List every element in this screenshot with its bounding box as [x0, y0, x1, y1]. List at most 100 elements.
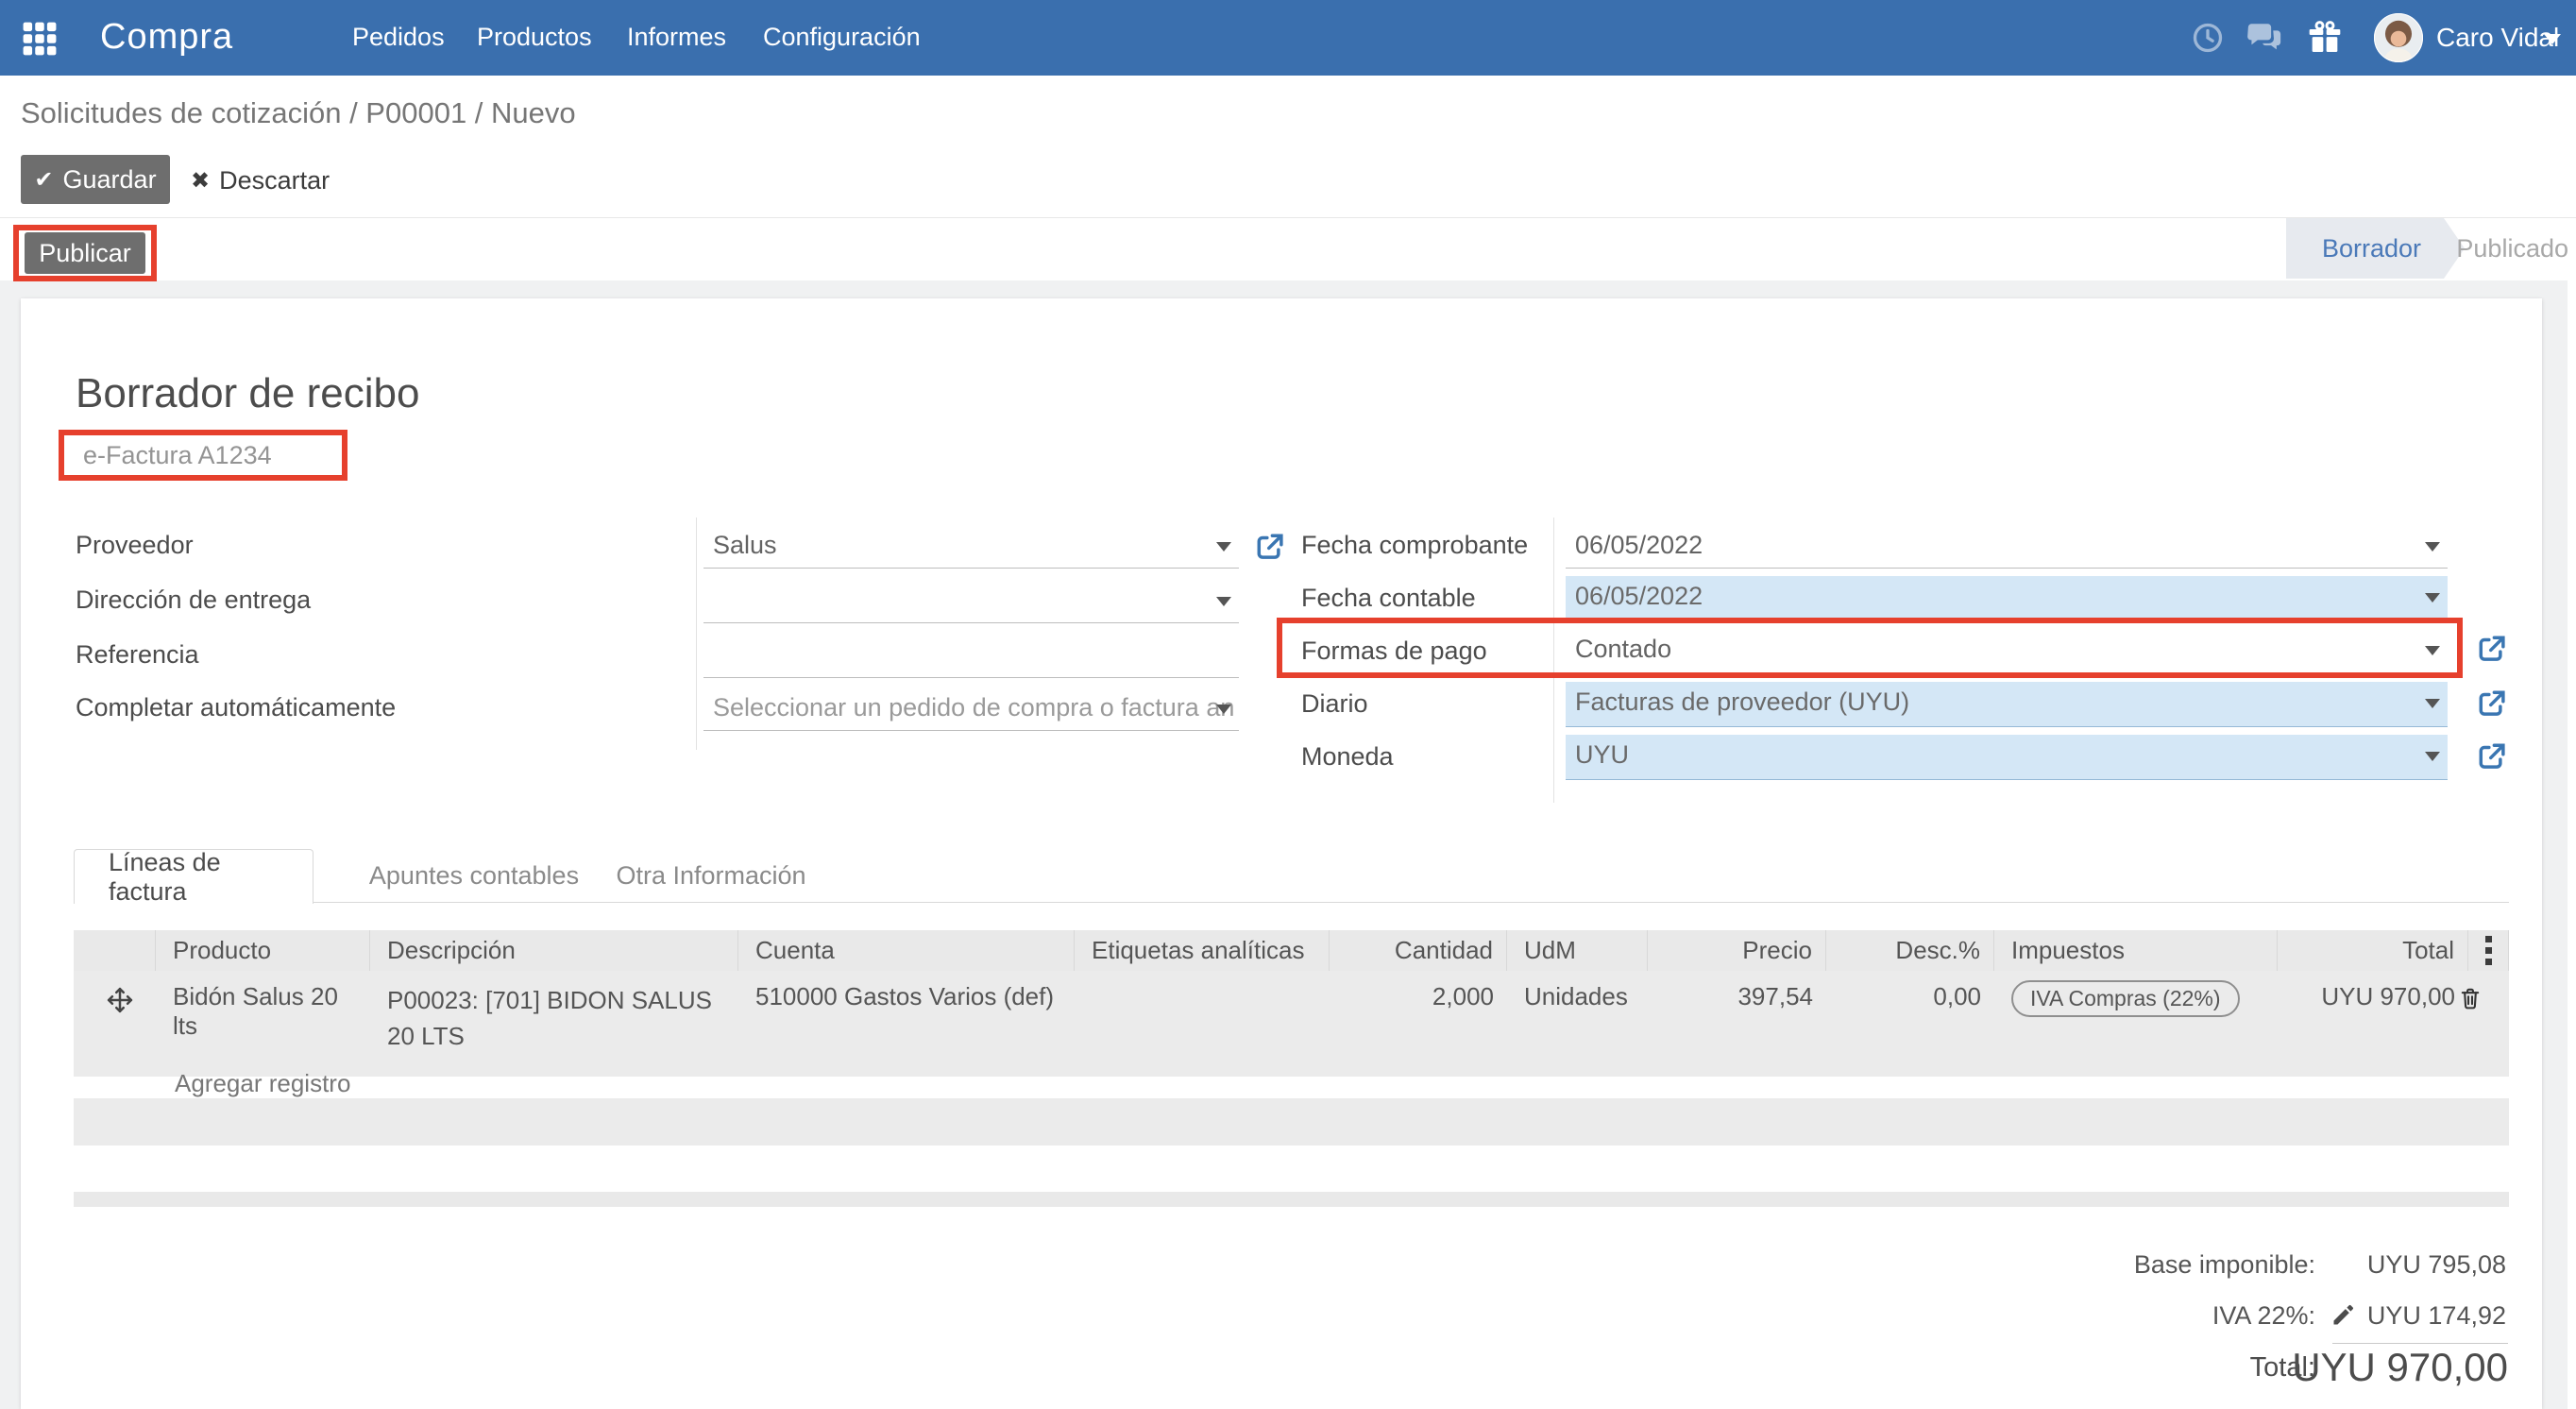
- check-icon: ✔: [34, 166, 53, 194]
- save-button-label: Guardar: [63, 165, 157, 195]
- field-referencia[interactable]: [703, 635, 1239, 678]
- menu-productos[interactable]: Productos: [477, 23, 592, 52]
- dropdown-caret-icon[interactable]: [1216, 542, 1231, 552]
- header-etiquetas[interactable]: Etiquetas analíticas: [1075, 930, 1330, 971]
- dropdown-caret-icon[interactable]: [2425, 542, 2440, 552]
- field-proveedor[interactable]: Salus: [703, 525, 1239, 569]
- statusbar: [0, 217, 2576, 281]
- cell-desc[interactable]: 0,00: [1826, 971, 1994, 1077]
- label-moneda: Moneda: [1301, 742, 1394, 772]
- formas-pago-external-link-icon[interactable]: [2474, 631, 2510, 667]
- odoo-purchase-screen: Compra Pedidos Productos Informes Config…: [0, 0, 2576, 1409]
- moneda-external-link-icon[interactable]: [2474, 738, 2510, 774]
- drag-move-icon: [106, 986, 134, 1014]
- activities-clock-icon[interactable]: [2191, 21, 2225, 55]
- tab-apuntes-contables-label: Apuntes contables: [369, 861, 579, 891]
- header-udm[interactable]: UdM: [1507, 930, 1648, 971]
- total-value: UYU 970,00: [2206, 1345, 2508, 1390]
- cell-total[interactable]: UYU 970,00: [2278, 971, 2468, 1077]
- table-header-row: Producto Descripción Cuenta Etiquetas an…: [74, 930, 2509, 971]
- document-title: Borrador de recibo: [76, 370, 419, 417]
- menu-pedidos[interactable]: Pedidos: [352, 23, 445, 52]
- state-borrador[interactable]: Borrador: [2286, 218, 2465, 279]
- header-handle: [74, 930, 156, 971]
- label-direccion: Dirección de entrega: [76, 586, 311, 615]
- messages-chat-icon[interactable]: [2246, 23, 2283, 55]
- state-publicado[interactable]: Publicado: [2456, 218, 2568, 279]
- add-record-link[interactable]: Agregar registro: [175, 1069, 350, 1098]
- discard-button-label: Descartar: [219, 166, 330, 195]
- dropdown-caret-icon[interactable]: [1216, 597, 1231, 606]
- column-options-kebab-icon[interactable]: [2468, 930, 2508, 971]
- cell-delete[interactable]: [2468, 971, 2509, 1077]
- header-descripcion[interactable]: Descripción: [370, 930, 738, 971]
- dropdown-caret-icon[interactable]: [2425, 699, 2440, 708]
- breadcrumb[interactable]: Solicitudes de cotización / P00001 / Nue…: [21, 96, 576, 130]
- header-desc[interactable]: Desc.%: [1826, 930, 1994, 971]
- scrollbar-track[interactable]: [2568, 280, 2576, 1409]
- base-imponible-value: UYU 795,08: [2261, 1250, 2506, 1280]
- field-direccion[interactable]: [703, 580, 1239, 623]
- dropdown-caret-icon[interactable]: [1216, 704, 1231, 714]
- cell-udm[interactable]: Unidades: [1507, 971, 1648, 1077]
- dropdown-caret-icon[interactable]: [2425, 752, 2440, 761]
- label-completar: Completar automáticamente: [76, 693, 396, 722]
- field-completar-placeholder: Seleccionar un pedido de compra o factur…: [713, 693, 1234, 721]
- tab-otra-informacion[interactable]: Otra Información: [574, 849, 848, 902]
- row-handle[interactable]: [74, 971, 156, 1077]
- tab-lineas-factura[interactable]: Líneas de factura: [74, 849, 314, 904]
- header-producto[interactable]: Producto: [156, 930, 370, 971]
- header-precio[interactable]: Precio: [1648, 930, 1826, 971]
- menu-informes[interactable]: Informes: [627, 23, 726, 52]
- field-fecha-comprobante-value: 06/05/2022: [1575, 531, 1703, 559]
- apps-grid-icon[interactable]: [22, 21, 58, 57]
- dropdown-caret-icon[interactable]: [2425, 646, 2440, 655]
- label-fecha-comprobante: Fecha comprobante: [1301, 531, 1528, 560]
- trash-icon: [2457, 984, 2483, 1012]
- label-diario: Diario: [1301, 689, 1368, 719]
- field-diario[interactable]: Facturas de proveedor (UYU): [1566, 682, 2448, 727]
- total-divider: [2332, 1343, 2508, 1344]
- empty-table-stripe: [74, 1098, 2509, 1146]
- reference-input[interactable]: e-Factura A1234: [60, 433, 344, 477]
- diario-external-link-icon[interactable]: [2474, 686, 2510, 721]
- cell-descripcion[interactable]: P00023: [701] BIDON SALUS 20 LTS: [370, 971, 738, 1077]
- cell-precio[interactable]: 397,54: [1648, 971, 1826, 1077]
- cell-cantidad[interactable]: 2,000: [1330, 971, 1507, 1077]
- user-name[interactable]: Caro Vidal: [2436, 23, 2559, 53]
- menu-configuracion[interactable]: Configuración: [763, 23, 921, 52]
- table-row[interactable]: Bidón Salus 20 lts P00023: [701] BIDON S…: [74, 971, 2509, 1077]
- header-options: [2468, 930, 2509, 971]
- cell-cuenta[interactable]: 510000 Gastos Varios (def): [738, 971, 1075, 1077]
- reference-placeholder: e-Factura A1234: [83, 441, 272, 470]
- user-menu-caret-icon[interactable]: [2544, 34, 2561, 44]
- cell-etiquetas[interactable]: [1075, 971, 1330, 1077]
- top-navbar: Compra Pedidos Productos Informes Config…: [0, 0, 2576, 76]
- field-completar[interactable]: Seleccionar un pedido de compra o factur…: [703, 688, 1239, 731]
- field-moneda-value: UYU: [1575, 740, 1629, 769]
- proveedor-external-link-icon[interactable]: [1252, 529, 1288, 565]
- field-fecha-contable[interactable]: 06/05/2022: [1566, 576, 2448, 621]
- header-cantidad[interactable]: Cantidad: [1330, 930, 1507, 971]
- tab-otra-informacion-label: Otra Información: [616, 861, 805, 891]
- header-total[interactable]: Total: [2278, 930, 2468, 971]
- close-icon: ✖: [191, 167, 210, 195]
- header-impuestos[interactable]: Impuestos: [1994, 930, 2278, 971]
- field-proveedor-value: Salus: [713, 531, 777, 559]
- tax-pill[interactable]: IVA Compras (22%): [2011, 980, 2240, 1017]
- field-moneda[interactable]: UYU: [1566, 735, 2448, 780]
- user-avatar[interactable]: [2374, 13, 2423, 62]
- dropdown-caret-icon[interactable]: [2425, 593, 2440, 603]
- cell-impuestos[interactable]: IVA Compras (22%): [1994, 971, 2278, 1077]
- invoice-lines-table: Producto Descripción Cuenta Etiquetas an…: [74, 930, 2509, 1077]
- discard-button[interactable]: ✖ Descartar: [191, 166, 330, 195]
- gift-icon[interactable]: [2306, 19, 2344, 57]
- cell-producto[interactable]: Bidón Salus 20 lts: [156, 971, 370, 1077]
- label-referencia: Referencia: [76, 640, 199, 670]
- app-name[interactable]: Compra: [100, 17, 233, 58]
- field-fecha-comprobante[interactable]: 06/05/2022: [1566, 525, 2448, 569]
- header-cuenta[interactable]: Cuenta: [738, 930, 1075, 971]
- field-formas-pago[interactable]: Contado: [1566, 629, 2448, 674]
- publish-button[interactable]: Publicar: [25, 232, 145, 274]
- save-button[interactable]: ✔ Guardar: [21, 155, 170, 204]
